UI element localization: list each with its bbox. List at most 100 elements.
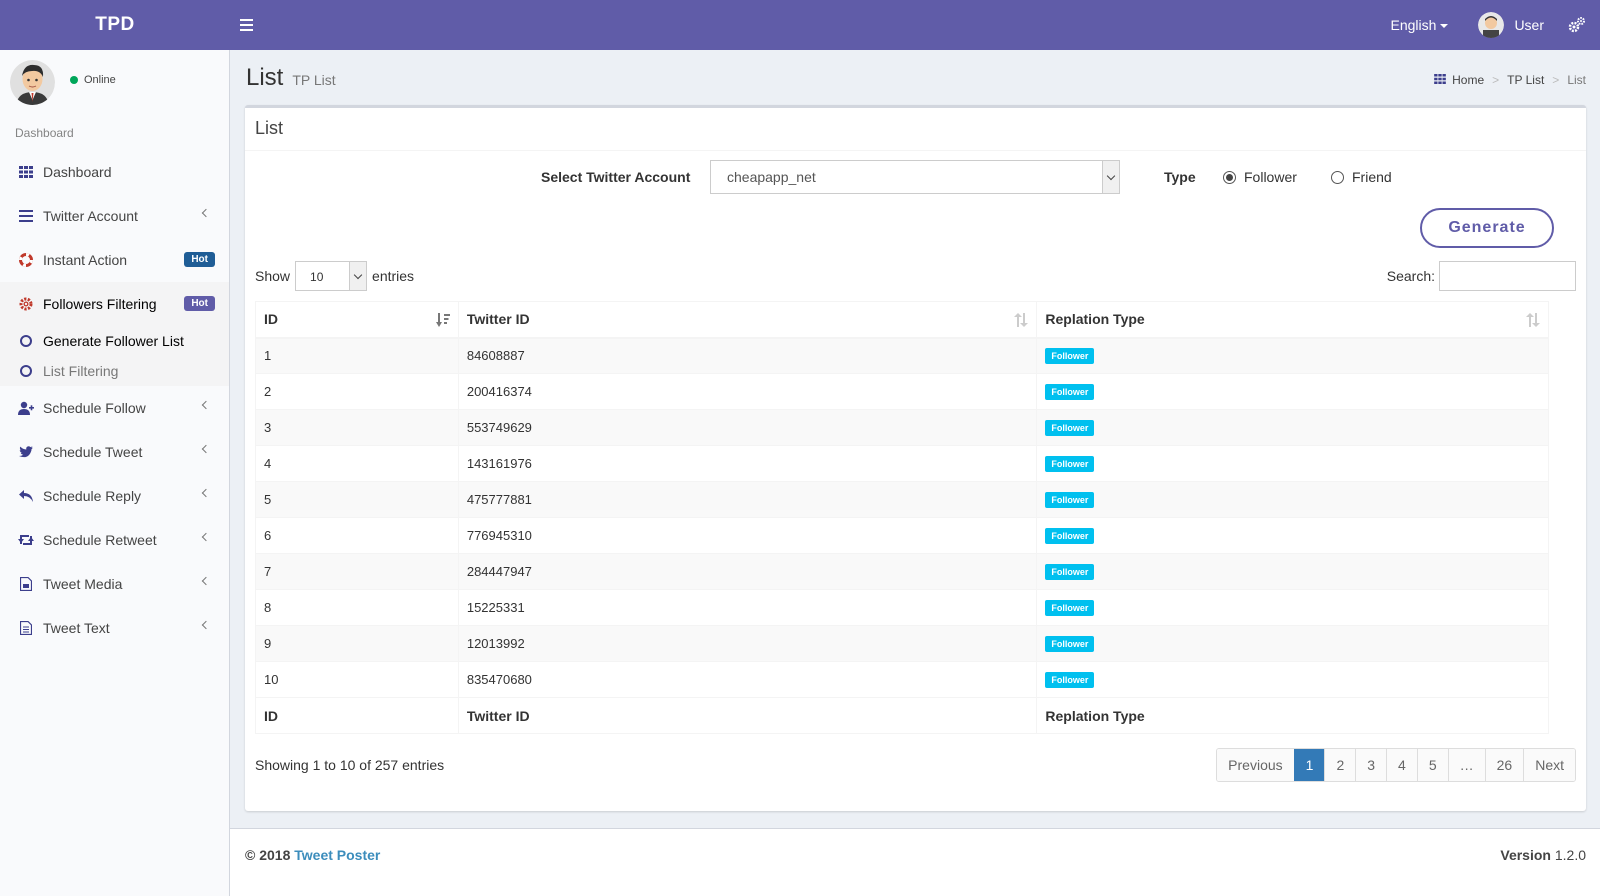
cell-relation-type: Follower xyxy=(1036,661,1549,698)
breadcrumb-separator: > xyxy=(1552,73,1560,87)
sidebar-item-twitter-account[interactable]: Twitter Account xyxy=(0,194,229,238)
cell-id: 7 xyxy=(255,553,459,590)
column-header-id[interactable]: ID xyxy=(255,301,459,339)
avatar xyxy=(10,60,55,105)
grid-icon xyxy=(18,164,34,180)
breadcrumb: Home > TP List > List xyxy=(1434,73,1586,87)
relation-type-label: Follower xyxy=(1045,348,1095,365)
sidebar-item-schedule-tweet[interactable]: Schedule Tweet xyxy=(0,430,229,474)
table-row: 3 553749629 Follower xyxy=(255,409,1549,446)
cell-relation-type: Follower xyxy=(1036,337,1549,374)
table-row: 10 835470680 Follower xyxy=(255,661,1549,698)
type-radio-friend[interactable]: Friend xyxy=(1331,169,1392,185)
cell-twitter-id: 835470680 xyxy=(457,661,1038,698)
gear-icon xyxy=(18,296,34,312)
user-panel: Online xyxy=(10,60,220,106)
follower-table: ID Twitter ID Replation Type 1 84608887 Fo… xyxy=(255,301,1549,734)
column-header-relation-type[interactable]: Replation Type xyxy=(1036,301,1549,339)
column-header-label: Replation Type xyxy=(1045,311,1145,328)
sidebar-item-instant-action[interactable]: Instant Action Hot xyxy=(0,238,229,282)
cell-id: 10 xyxy=(255,661,459,698)
relation-type-label: Follower xyxy=(1045,528,1095,544)
sidebar-item-tweet-text[interactable]: Tweet Text xyxy=(0,606,229,650)
cell-twitter-id: 15225331 xyxy=(457,589,1038,626)
copyright-text: © 2018 xyxy=(245,847,291,863)
table-row: 6 776945310 Follower xyxy=(255,517,1549,554)
pagination-page-button[interactable]: 2 xyxy=(1324,749,1356,781)
cell-id: 4 xyxy=(255,445,459,482)
relation-type-label: Follower xyxy=(1045,492,1095,508)
generate-button[interactable]: Generate xyxy=(1420,208,1554,248)
breadcrumb-separator: > xyxy=(1492,73,1500,87)
filter-form: Select Twitter Account cheapapp_net Type… xyxy=(245,160,1586,194)
breadcrumb-current: List xyxy=(1567,73,1586,87)
pagination-page-button[interactable]: 4 xyxy=(1386,749,1417,781)
hot-badge: Hot xyxy=(184,296,215,311)
sidebar-section-label: Dashboard xyxy=(15,126,74,140)
relation-type-label: Follower xyxy=(1045,384,1095,400)
copyright: © 2018 Tweet Poster xyxy=(245,847,380,863)
gears-icon[interactable] xyxy=(1568,16,1586,34)
sidebar-item-label: Dashboard xyxy=(43,164,112,180)
pagination-page-button[interactable]: … xyxy=(1447,749,1485,781)
account-label: Select Twitter Account xyxy=(541,169,691,185)
sidebar-toggle-icon[interactable] xyxy=(240,15,260,35)
sidebar-item-label: Twitter Account xyxy=(43,208,138,224)
pagination-next-button[interactable]: Next xyxy=(1523,749,1575,781)
top-navbar: TPD English User xyxy=(0,0,1600,50)
chevron-down-icon xyxy=(1102,161,1119,193)
cell-twitter-id: 84608887 xyxy=(457,337,1038,374)
followers-filtering-submenu: Generate Follower List List Filtering xyxy=(0,326,229,386)
lifebuoy-icon xyxy=(18,252,34,268)
cell-id: 3 xyxy=(255,409,459,446)
sidebar-item-dashboard[interactable]: Dashboard xyxy=(0,150,229,194)
sidebar-item-label: Tweet Media xyxy=(43,576,123,592)
cell-relation-type: Follower xyxy=(1036,553,1549,590)
caret-down-icon xyxy=(1440,24,1449,29)
sidebar-item-schedule-reply[interactable]: Schedule Reply xyxy=(0,474,229,518)
submenu-item-generate-follower-list[interactable]: Generate Follower List xyxy=(0,326,229,356)
chevron-down-icon xyxy=(349,262,367,290)
language-dropdown[interactable]: English xyxy=(1391,17,1449,33)
search-input[interactable] xyxy=(1439,261,1576,291)
page-length-value: 10 xyxy=(310,270,324,284)
sidebar-item-followers-filtering[interactable]: Followers Filtering Hot xyxy=(0,282,229,326)
retweet-icon xyxy=(18,532,34,548)
pagination-page-button[interactable]: 3 xyxy=(1355,749,1387,781)
user-menu[interactable]: User xyxy=(1478,12,1544,38)
cell-relation-type: Follower xyxy=(1036,625,1549,662)
cell-twitter-id: 143161976 xyxy=(457,445,1038,482)
breadcrumb-tp-list[interactable]: TP List xyxy=(1507,73,1544,87)
chevron-left-icon xyxy=(201,208,211,218)
sort-both-icon xyxy=(1014,313,1029,327)
submenu-item-label: Generate Follower List xyxy=(43,333,184,349)
sort-asc-icon xyxy=(435,313,450,327)
brand-link[interactable]: Tweet Poster xyxy=(294,847,380,863)
status-dot-icon xyxy=(70,76,78,84)
pagination: Previous 1 2 3 4 5… 26 Next xyxy=(1216,748,1576,782)
relation-type-label: Follower xyxy=(1045,600,1095,616)
account-select[interactable]: cheapapp_net xyxy=(710,160,1120,194)
page-subtitle: TP List xyxy=(292,72,336,88)
page-length-select[interactable]: 10 xyxy=(295,261,368,291)
sidebar-item-schedule-follow[interactable]: Schedule Follow xyxy=(0,386,229,430)
grid-icon xyxy=(1434,73,1446,87)
footer-twitter-id: Twitter ID xyxy=(457,697,1038,734)
breadcrumb-home[interactable]: Home xyxy=(1452,73,1484,87)
sidebar-item-schedule-retweet[interactable]: Schedule Retweet xyxy=(0,518,229,562)
column-header-label: Twitter ID xyxy=(466,311,530,328)
column-header-twitter-id[interactable]: Twitter ID xyxy=(457,301,1038,339)
circle-icon xyxy=(20,365,32,377)
sidebar-item-tweet-media[interactable]: Tweet Media xyxy=(0,562,229,606)
pagination-previous-button[interactable]: Previous xyxy=(1217,749,1294,781)
pagination-page-button[interactable]: 1 xyxy=(1293,749,1325,781)
cell-twitter-id: 200416374 xyxy=(457,373,1038,410)
submenu-item-list-filtering[interactable]: List Filtering xyxy=(0,356,229,386)
radio-checked-icon xyxy=(1223,170,1236,184)
pagination-page-button[interactable]: 5 xyxy=(1416,749,1448,781)
pagination-page-button[interactable]: 26 xyxy=(1484,749,1524,781)
cell-relation-type: Follower xyxy=(1036,589,1549,626)
type-radio-follower[interactable]: Follower xyxy=(1223,169,1297,185)
version-label: Version xyxy=(1500,847,1551,863)
logo[interactable]: TPD xyxy=(0,0,230,50)
